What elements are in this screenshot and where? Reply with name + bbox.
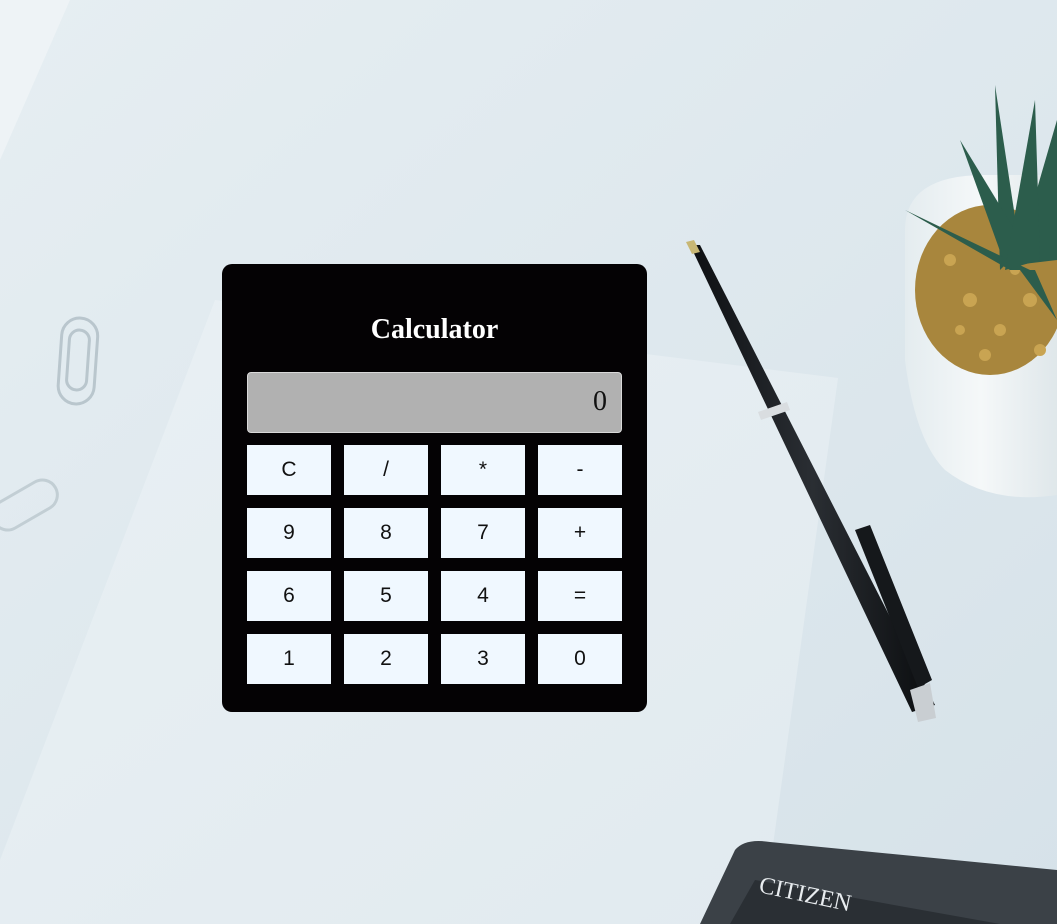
calculator-title: Calculator (370, 314, 499, 345)
calculator-keypad: C / * - 9 8 7 + 6 5 4 = 1 2 3 0 (247, 445, 622, 684)
add-button[interactable]: + (538, 508, 622, 558)
digit-5-button[interactable]: 5 (344, 571, 428, 621)
digit-6-button[interactable]: 6 (247, 571, 331, 621)
calculator-display: 0 (247, 372, 622, 433)
digit-3-button[interactable]: 3 (441, 634, 525, 684)
divide-button[interactable]: / (344, 445, 428, 495)
clear-button[interactable]: C (247, 445, 331, 495)
digit-0-button[interactable]: 0 (538, 634, 622, 684)
digit-8-button[interactable]: 8 (344, 508, 428, 558)
multiply-button[interactable]: * (441, 445, 525, 495)
equals-button[interactable]: = (538, 571, 622, 621)
digit-4-button[interactable]: 4 (441, 571, 525, 621)
digit-1-button[interactable]: 1 (247, 634, 331, 684)
calculator-panel: Calculator 0 C / * - 9 8 7 + 6 5 4 = 1 2… (222, 264, 647, 712)
digit-9-button[interactable]: 9 (247, 508, 331, 558)
digit-2-button[interactable]: 2 (344, 634, 428, 684)
subtract-button[interactable]: - (538, 445, 622, 495)
digit-7-button[interactable]: 7 (441, 508, 525, 558)
